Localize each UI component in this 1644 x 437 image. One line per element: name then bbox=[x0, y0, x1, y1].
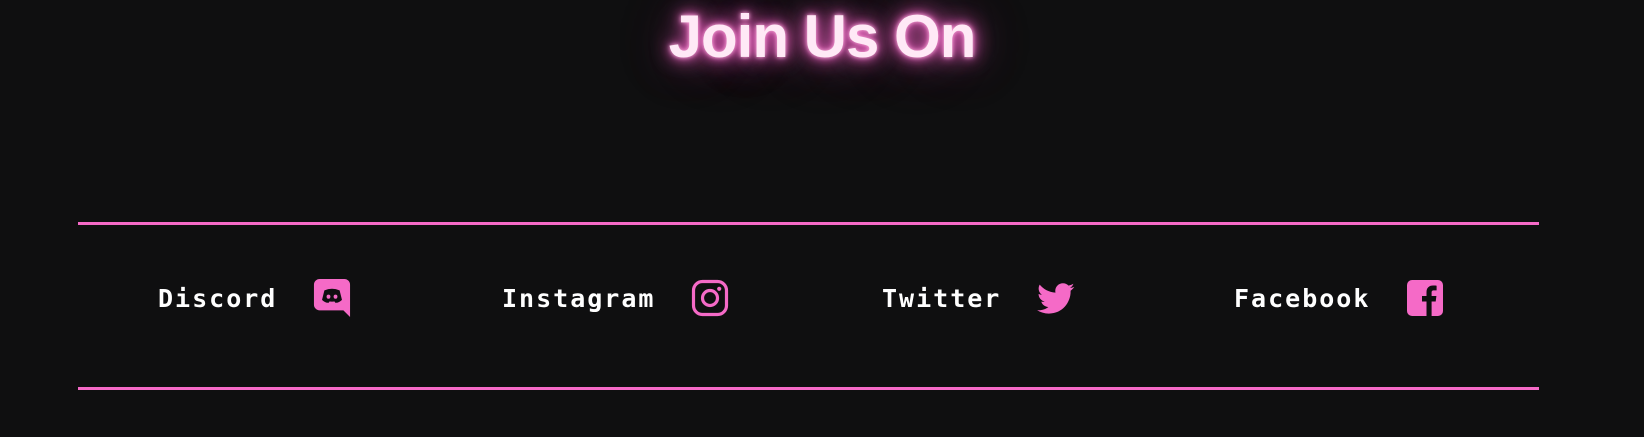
facebook-label: Facebook bbox=[1234, 283, 1371, 313]
facebook-link[interactable]: Facebook bbox=[1234, 276, 1444, 320]
discord-icon[interactable] bbox=[313, 279, 351, 317]
twitter-link[interactable]: Twitter bbox=[882, 276, 1075, 320]
twitter-label: Twitter bbox=[882, 283, 1002, 313]
facebook-icon[interactable] bbox=[1406, 279, 1444, 317]
instagram-link[interactable]: Instagram bbox=[502, 276, 729, 320]
top-divider bbox=[78, 222, 1539, 225]
discord-link[interactable]: Discord bbox=[158, 276, 351, 320]
discord-label: Discord bbox=[158, 283, 278, 313]
page-title: Join Us On bbox=[668, 3, 977, 70]
instagram-icon[interactable] bbox=[691, 279, 729, 317]
twitter-icon[interactable] bbox=[1037, 279, 1075, 317]
instagram-label: Instagram bbox=[502, 283, 656, 313]
bottom-divider bbox=[78, 387, 1539, 390]
